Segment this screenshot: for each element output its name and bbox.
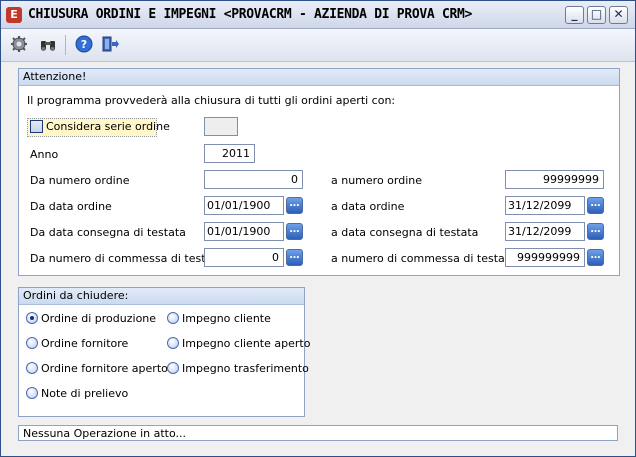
- da-data-ordine-field[interactable]: 01/01/1900: [204, 196, 284, 215]
- da-data-consegna-picker-button[interactable]: …: [286, 223, 303, 240]
- radio-note-prelievo-label[interactable]: Note di prelievo: [41, 387, 128, 400]
- da-numero-ordine-field[interactable]: 0: [204, 170, 303, 189]
- a-data-consegna-field[interactable]: 31/12/2099: [505, 222, 585, 241]
- help-icon[interactable]: ?: [74, 35, 94, 55]
- a-commessa-field[interactable]: 999999999: [505, 248, 585, 267]
- attention-group-title: Attenzione!: [19, 69, 619, 86]
- radio-ordine-produzione-label[interactable]: Ordine di produzione: [41, 312, 156, 325]
- app-icon[interactable]: E: [6, 7, 22, 23]
- a-commessa-lookup-button[interactable]: …: [587, 249, 604, 266]
- da-data-consegna-label: Da data consegna di testata: [30, 226, 186, 239]
- da-data-ordine-label: Da data ordine: [30, 200, 112, 213]
- radio-impegno-cliente-label[interactable]: Impegno cliente: [182, 312, 271, 325]
- status-bar: Nessuna Operazione in atto...: [18, 425, 618, 441]
- gear-icon[interactable]: [9, 35, 29, 55]
- toolbar-separator: [65, 35, 66, 55]
- a-data-consegna-picker-button[interactable]: …: [587, 223, 604, 240]
- da-data-consegna-field[interactable]: 01/01/1900: [204, 222, 284, 241]
- radio-impegno-cliente[interactable]: [167, 312, 179, 324]
- da-commessa-lookup-button[interactable]: …: [286, 249, 303, 266]
- da-data-ordine-picker-button[interactable]: …: [286, 197, 303, 214]
- serie-ordine-field[interactable]: [204, 117, 238, 136]
- radio-impegno-trasferimento[interactable]: [167, 362, 179, 374]
- radio-impegno-cliente-aperto[interactable]: [167, 337, 179, 349]
- main-window: E CHIUSURA ORDINI E IMPEGNI <PROVACRM - …: [0, 0, 636, 457]
- radio-ordine-fornitore-label[interactable]: Ordine fornitore: [41, 337, 128, 350]
- anno-field[interactable]: 2011: [204, 144, 255, 163]
- a-data-ordine-field[interactable]: 31/12/2099: [505, 196, 585, 215]
- radio-ordine-fornitore-aperto[interactable]: [26, 362, 38, 374]
- orders-group-title: Ordini da chiudere:: [19, 288, 304, 305]
- close-button[interactable]: ✕: [609, 6, 628, 24]
- exit-icon[interactable]: [100, 35, 120, 55]
- da-numero-ordine-label: Da numero ordine: [30, 174, 130, 187]
- a-data-ordine-picker-button[interactable]: …: [587, 197, 604, 214]
- attention-message: Il programma provvederà alla chiusura di…: [27, 94, 396, 107]
- title-bar[interactable]: E CHIUSURA ORDINI E IMPEGNI <PROVACRM - …: [1, 1, 635, 29]
- a-numero-ordine-field[interactable]: 99999999: [505, 170, 604, 189]
- radio-ordine-fornitore[interactable]: [26, 337, 38, 349]
- radio-ordine-fornitore-aperto-label[interactable]: Ordine fornitore aperto: [41, 362, 168, 375]
- a-data-consegna-label: a data consegna di testata: [331, 226, 479, 239]
- window-title: CHIUSURA ORDINI E IMPEGNI <PROVACRM - AZ…: [28, 7, 473, 22]
- considera-serie-label[interactable]: Considera serie ordine: [46, 120, 170, 133]
- binoculars-icon[interactable]: [38, 35, 58, 55]
- considera-serie-checkbox[interactable]: [30, 120, 43, 133]
- a-numero-ordine-label: a numero ordine: [331, 174, 423, 187]
- radio-impegno-cliente-aperto-label[interactable]: Impegno cliente aperto: [182, 337, 310, 350]
- radio-note-prelievo[interactable]: [26, 387, 38, 399]
- da-commessa-field[interactable]: 0: [204, 248, 284, 267]
- anno-label: Anno: [30, 148, 59, 161]
- minimize-button[interactable]: _: [565, 6, 584, 24]
- maximize-button[interactable]: □: [587, 6, 606, 24]
- svg-text:?: ?: [81, 38, 87, 51]
- a-commessa-label: a numero di commessa di testata: [331, 252, 516, 265]
- toolbar: ?: [1, 29, 635, 62]
- da-commessa-label: Da numero di commessa di testata: [30, 252, 224, 265]
- radio-ordine-produzione[interactable]: [26, 312, 38, 324]
- radio-impegno-trasferimento-label[interactable]: Impegno trasferimento: [182, 362, 309, 375]
- a-data-ordine-label: a data ordine: [331, 200, 405, 213]
